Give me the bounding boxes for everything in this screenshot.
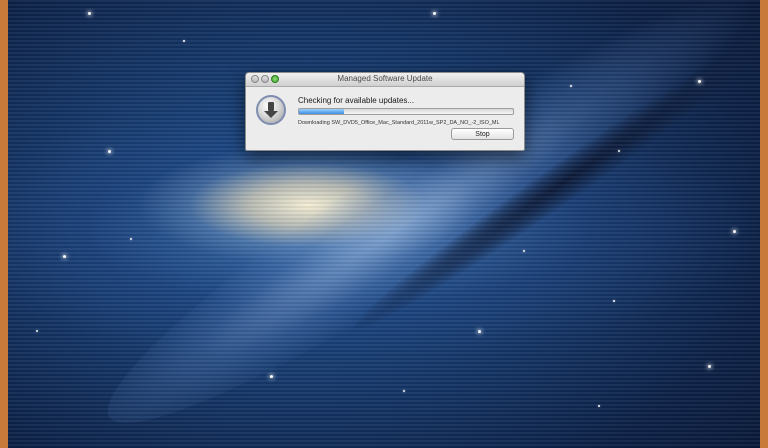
star (433, 12, 436, 15)
desktop-wallpaper (8, 0, 760, 448)
star (733, 230, 736, 233)
star (598, 405, 600, 407)
star (183, 40, 185, 42)
star (403, 390, 405, 392)
star (478, 330, 481, 333)
managed-software-update-window: Managed Software Update Checking for ava… (245, 72, 525, 151)
star (108, 150, 111, 153)
star (130, 238, 132, 240)
screen-bezel: Managed Software Update Checking for ava… (0, 0, 768, 448)
progress-fill (299, 109, 344, 114)
galaxy-band (76, 0, 760, 448)
progress-bar (298, 108, 514, 115)
download-detail-text: Downloading SW_DVD5_Office_Mac_Standard_… (298, 120, 500, 126)
star (63, 255, 66, 258)
window-titlebar[interactable]: Managed Software Update (246, 73, 524, 87)
software-update-icon (256, 95, 286, 125)
star (570, 85, 572, 87)
star (270, 375, 273, 378)
star (88, 12, 91, 15)
star (708, 365, 711, 368)
star (36, 330, 38, 332)
star (698, 80, 701, 83)
stop-button[interactable]: Stop (451, 128, 514, 140)
star (523, 250, 525, 252)
star (613, 300, 615, 302)
status-text: Checking for available updates... (298, 96, 415, 105)
window-title: Managed Software Update (337, 74, 433, 83)
star (618, 150, 620, 152)
